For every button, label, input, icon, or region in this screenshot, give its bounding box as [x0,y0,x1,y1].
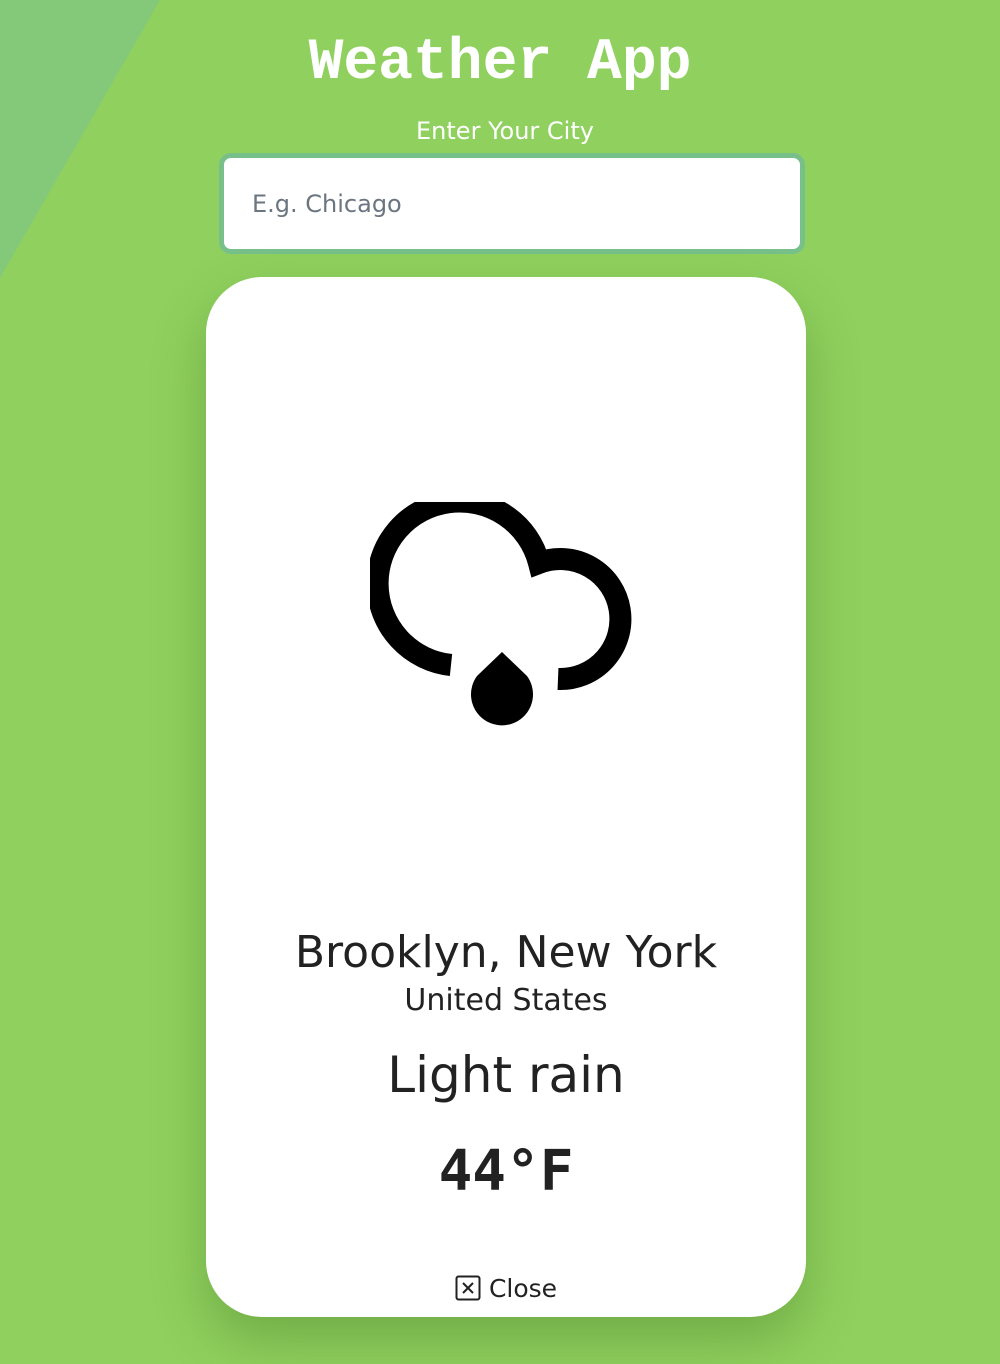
city-name: Brooklyn, New York [294,927,718,978]
close-square-icon [455,1275,481,1301]
weather-condition: Light rain [387,1046,625,1104]
temperature: 44°F [438,1139,574,1204]
app-title: Weather App [308,31,692,96]
cloud-rain-icon [370,502,632,726]
country-name: United States [404,983,608,1018]
weather-card: Brooklyn, New York United States Light r… [206,277,806,1317]
city-search-input[interactable] [219,153,805,254]
close-button[interactable]: Close [206,1270,806,1306]
city-input-label: Enter Your City [416,117,594,145]
close-button-label: Close [488,1273,558,1303]
